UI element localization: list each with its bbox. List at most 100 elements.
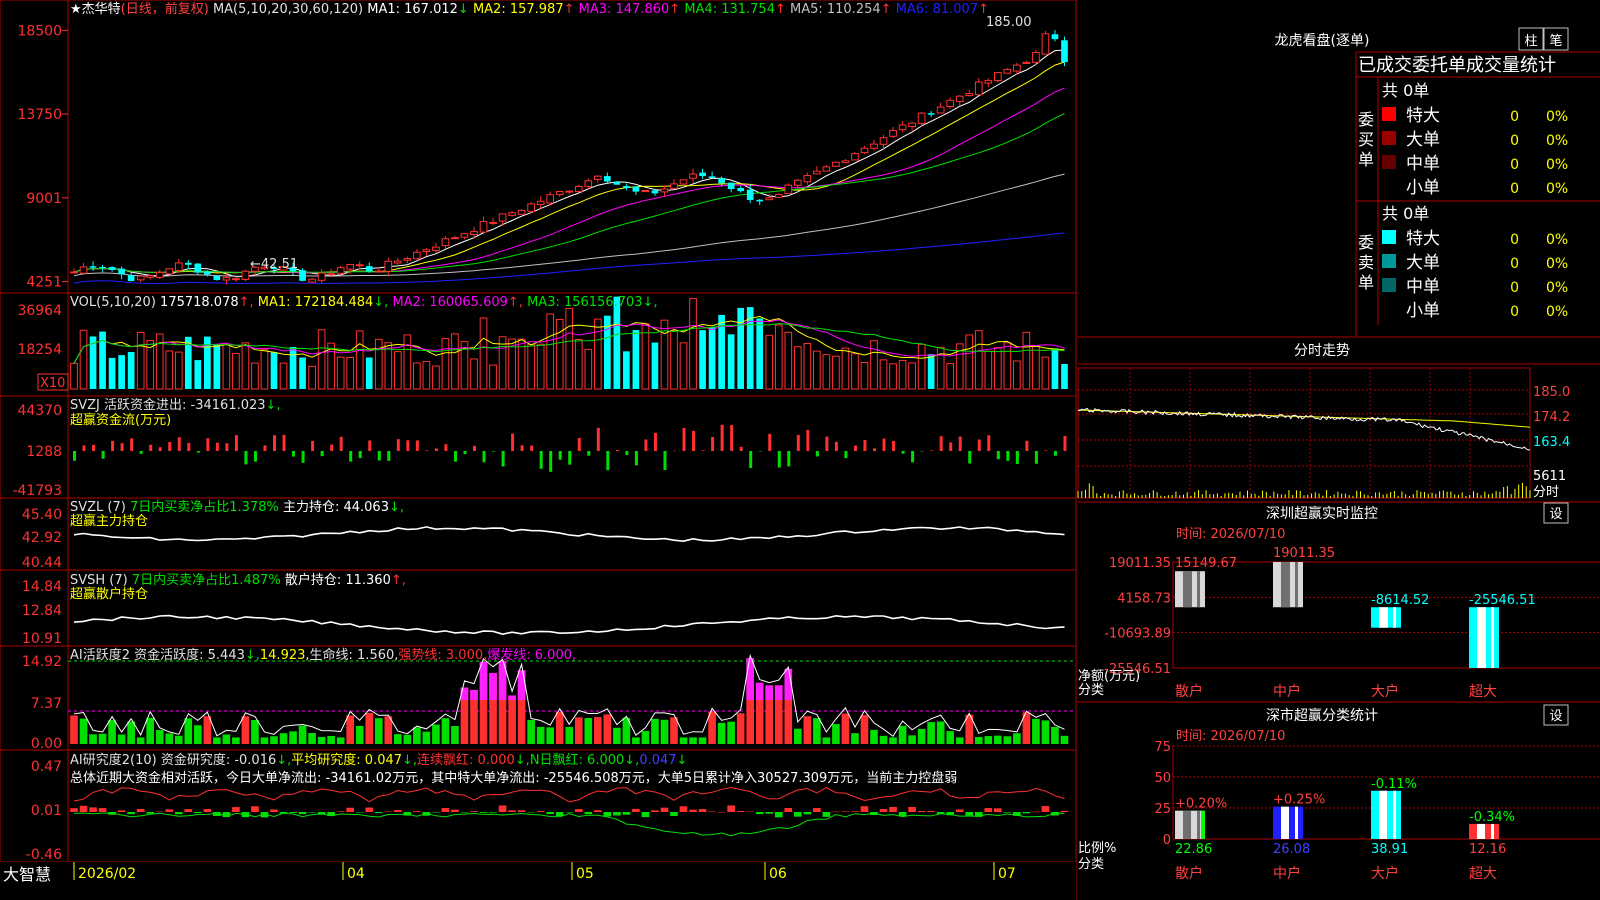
candle-body (108, 267, 116, 270)
x-axis-bar (0, 862, 1076, 900)
sell-orders-swatch (1382, 302, 1396, 316)
price-axis-tick: 13750 (17, 107, 62, 123)
volume-bar (451, 333, 459, 390)
sell-orders-row-percent: 0% (1546, 232, 1568, 248)
research-legend: AI研究度2(10) 资金研究度: -0.016↓,平均研究度: 0.047↓,… (70, 752, 687, 768)
volume-bar (793, 346, 802, 390)
research-axis-tick: -0.46 (26, 847, 62, 863)
flow-bar (368, 440, 372, 451)
intraday-price-line (1077, 407, 1531, 451)
flow-bar (1063, 435, 1067, 451)
volume-bar (165, 350, 174, 390)
candle-body (232, 278, 240, 281)
buy-orders-row-count: 0 (1510, 109, 1519, 125)
volume-bar (832, 355, 840, 390)
candle-body (917, 112, 926, 125)
research-bar (984, 808, 993, 812)
candle-body (155, 271, 164, 278)
monitor-axis-tick: 4158.73 (1117, 591, 1171, 606)
volume-bar (422, 360, 431, 390)
flow-bar (234, 435, 238, 451)
research-bar (165, 809, 174, 812)
volume-bar (879, 359, 888, 390)
flow-bar (330, 444, 334, 451)
research-bar (174, 812, 183, 815)
ma-line (73, 173, 1065, 277)
candle-body (136, 275, 145, 281)
candle-body (613, 181, 621, 185)
volume-bar (993, 347, 1002, 390)
volume-bar (974, 330, 983, 390)
volume-bar (679, 342, 688, 390)
research-bar (774, 812, 783, 818)
flow-bar (282, 434, 286, 451)
flow-bar (463, 451, 467, 455)
monitor-axis-tick: 19011.35 (1109, 556, 1171, 571)
buy-orders-label-char: 买 (1358, 130, 1374, 149)
volume-bar (346, 356, 355, 390)
activity-bar (98, 733, 107, 744)
candle-body (632, 186, 640, 192)
activity-bar (794, 728, 802, 744)
column-view-button-label[interactable]: 柱 (1524, 34, 1537, 49)
classify-settings-label[interactable]: 设 (1549, 709, 1562, 724)
research-bar (308, 812, 316, 813)
activity-bar (974, 736, 983, 744)
candle-body (1051, 34, 1059, 40)
activity-bar (841, 713, 850, 744)
volume-bar (441, 337, 450, 390)
activity-bar (898, 725, 907, 744)
flow-bar (825, 436, 829, 451)
flow-bar (596, 427, 600, 451)
candle-body (299, 270, 306, 281)
flow-bar (339, 436, 343, 451)
activity-bar (736, 713, 745, 744)
candle-body (765, 197, 774, 201)
dragon-header: 已成交委托单成交量统计 (1358, 55, 1556, 76)
monitor-settings-label[interactable]: 设 (1549, 507, 1562, 522)
candle-body (879, 137, 888, 145)
research-bar (917, 811, 926, 812)
monitor-bar-highlight (1379, 607, 1388, 628)
research-bar (517, 810, 526, 812)
sell-orders-row-count: 0 (1510, 256, 1519, 272)
candle-body (99, 266, 106, 268)
flow-bar (253, 451, 257, 462)
holding-axis-tick: 40.44 (22, 555, 62, 571)
flow-bar (501, 451, 505, 467)
research-bar (451, 809, 459, 812)
volume-bar (860, 362, 869, 390)
activity-burst-bar (755, 682, 764, 700)
volume-bar (651, 342, 659, 389)
flow-bar (853, 445, 857, 451)
activity-bar (565, 727, 574, 744)
research-bar (432, 812, 440, 813)
activity-axis-tick: 14.92 (22, 654, 62, 670)
research-bar (641, 812, 650, 818)
classify-axis-tick: 25 (1154, 802, 1171, 817)
activity-bar (641, 730, 650, 744)
candle-body (79, 266, 88, 274)
research-bar (89, 807, 97, 812)
classify-bar-edge (1201, 810, 1205, 839)
volume-unit-label: X10 (40, 376, 65, 391)
research-bar (1003, 812, 1012, 813)
flow-bar (130, 438, 134, 451)
main-chart-legend: ★杰华特(日线，前复权) MA(5,10,20,30,60,120) MA1: … (70, 1, 989, 17)
stock-terminal-window: 18500 13750 9001 4251 ★杰华特(日线，前复权) MA(5,10,2… (0, 0, 1600, 900)
research-bar (908, 806, 916, 812)
research-bar (794, 812, 802, 817)
tick-view-button-label[interactable]: 笔 (1549, 33, 1562, 49)
activity-bar (1003, 736, 1012, 744)
flow-bar (311, 440, 315, 451)
flow-bar (539, 451, 543, 469)
candle-body (727, 182, 735, 190)
activity-bar (803, 716, 812, 744)
activity-bar (879, 735, 888, 744)
classify-bar-highlight (1281, 806, 1289, 839)
candle-body (393, 260, 402, 264)
sell-orders-row-percent: 0% (1546, 280, 1568, 296)
classify-axis-tick: 50 (1154, 771, 1171, 786)
flow-subtitle: 超赢资金流(万元) (70, 412, 171, 428)
research-bar (194, 812, 202, 814)
